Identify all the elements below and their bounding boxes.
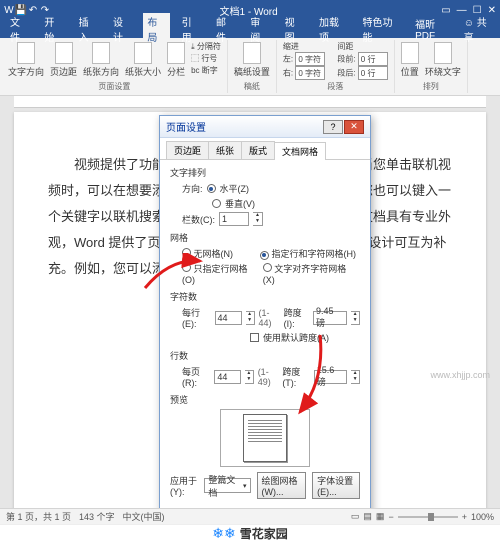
zoom-slider[interactable] [398,516,458,518]
lines-label: 行数 [170,349,360,362]
columns-input[interactable]: 1 [219,212,249,226]
chars-per-line-input[interactable]: 44 [215,311,242,325]
columns-spinner[interactable]: ▲▼ [253,212,263,226]
group-paragraph-label: 段落 [281,81,390,92]
default-pitch-checkbox[interactable] [250,333,259,342]
zoom-out-icon[interactable]: − [388,512,393,522]
tab-margins[interactable]: 页边距 [166,141,209,159]
wrap-text-button[interactable]: 环绕文字 [423,41,463,79]
group-page-setup-label: 页面设置 [6,81,223,92]
preview-box [220,409,310,467]
radio-no-grid[interactable] [182,248,191,257]
dialog-close-icon[interactable]: ✕ [344,120,364,134]
chars-spinner[interactable]: ▲▼ [246,311,255,325]
hyphenation-button[interactable]: bc 断字 [189,65,223,76]
indent-right-input[interactable]: 0 字符 [295,66,325,80]
draw-grid-button[interactable]: 绘图网格(W)... [257,472,307,499]
status-page[interactable]: 第 1 页，共 1 页 [6,510,71,523]
direction-label: 方向: [182,182,203,195]
zoom-in-icon[interactable]: + [462,512,467,522]
lines-spinner[interactable]: ▲▼ [245,370,254,384]
grid-label: 网格 [170,231,360,244]
radio-chars-grid[interactable] [260,251,269,260]
dialog-help-icon[interactable]: ? [323,120,343,134]
indent-left-input[interactable]: 0 字符 [295,52,325,66]
columns-label: 栏数(C): [182,213,215,226]
view-web-icon[interactable]: ▦ [376,511,385,522]
tab-paper[interactable]: 纸张 [208,141,242,159]
breaks-button[interactable]: ⤓ 分隔符 [189,41,223,52]
line-pitch-input[interactable]: 15.6 磅 [314,370,347,384]
line-numbers-button[interactable]: ⬚ 行号 [189,53,223,64]
orientation-button[interactable]: 纸张方向 [81,41,121,79]
text-direction-button[interactable]: 文字方向 [6,41,46,79]
font-settings-button[interactable]: 字体设置(E)... [312,472,360,499]
margins-button[interactable]: 页边距 [48,41,79,79]
zoom-value[interactable]: 100% [471,512,494,522]
dialog-title: 页面设置 [166,119,323,134]
columns-button[interactable]: 分栏 [165,41,187,79]
url-watermark: www.xhjjp.com [430,370,490,380]
indent-label: 缩进 [281,41,327,52]
share-button[interactable]: ☺ 共享 [464,14,494,44]
group-manuscript-label: 稿纸 [232,81,272,92]
text-arrange-label: 文字排列 [170,166,360,179]
brand-watermark: ❄❄ 雪花家园 [0,524,500,542]
radio-align-grid[interactable] [263,263,272,272]
group-arrange-label: 排列 [399,81,463,92]
spacing-label: 间距 [335,41,389,52]
preview-label: 预览 [170,393,360,406]
radio-lines-grid[interactable] [182,263,191,272]
tab-foxit[interactable]: 福昕PDF [411,15,456,43]
tab-layout[interactable]: 版式 [241,141,275,159]
ribbon-opts-icon[interactable]: ▭ [441,5,450,16]
ruler[interactable] [14,96,486,108]
radio-vertical[interactable] [212,199,221,208]
lines-per-page-input[interactable]: 44 [214,370,241,384]
page-setup-dialog: 页面设置 ? ✕ 页边距 纸张 版式 文档网格 文字排列 方向: 水平(Z) 垂… [159,115,371,537]
manuscript-button[interactable]: 稿纸设置 [232,41,272,79]
chars-label: 字符数 [170,290,360,303]
status-language[interactable]: 中文(中国) [123,510,165,523]
size-button[interactable]: 纸张大小 [123,41,163,79]
view-print-icon[interactable]: ▤ [363,511,372,522]
ribbon: 文字方向 页边距 纸张方向 纸张大小 分栏 ⤓ 分隔符 ⬚ 行号 bc 断字 页… [0,38,500,96]
position-button[interactable]: 位置 [399,41,421,79]
char-pitch-input[interactable]: 9.45 磅 [313,311,347,325]
spacing-before-input[interactable]: 0 行 [358,52,388,66]
char-pitch-spinner[interactable]: ▲▼ [351,311,360,325]
view-read-icon[interactable]: ▭ [351,511,360,522]
apply-to-combo[interactable]: 整篇文档▾ [204,478,250,493]
radio-horizontal[interactable] [207,184,216,193]
tab-document-grid[interactable]: 文档网格 [274,142,326,160]
spacing-after-input[interactable]: 0 行 [358,66,388,80]
status-words[interactable]: 143 个字 [79,510,115,523]
snowflake-icon: ❄❄ [212,525,235,542]
line-pitch-spinner[interactable]: ▲▼ [351,370,360,384]
